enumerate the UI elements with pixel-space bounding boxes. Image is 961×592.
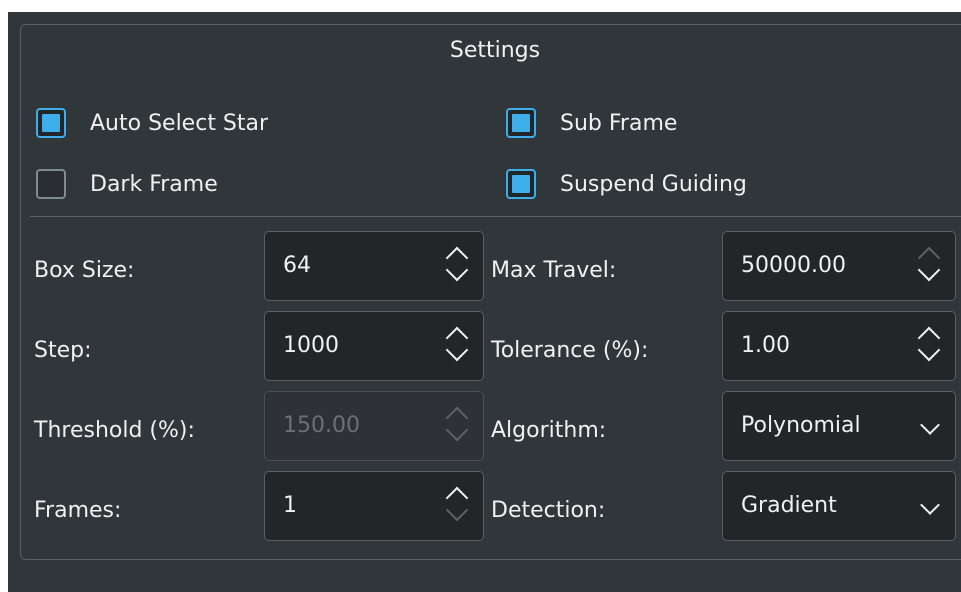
threshold-spinbox: 150.00 [264,391,484,461]
frames-value: 1 [283,493,297,518]
auto-select-star-checkbox[interactable]: Auto Select Star [36,102,268,144]
chevron-up-down-icon[interactable] [917,324,945,368]
sub-frame-checkbox[interactable]: Sub Frame [506,102,677,144]
window-edge-top [0,0,961,12]
frames-label: Frames: [34,498,122,523]
step-spinbox[interactable]: 1000 [264,311,484,381]
chevron-down-icon [920,415,940,435]
detection-label: Detection: [491,498,606,523]
chevron-up-down-icon[interactable] [445,324,473,368]
checkbox-indicator [36,108,66,138]
box-size-label: Box Size: [34,258,135,283]
chevron-up-down-icon [445,404,473,448]
box-size-value: 64 [283,253,311,278]
box-size-spinbox[interactable]: 64 [264,231,484,301]
suspend-guiding-label: Suspend Guiding [560,171,747,197]
max-travel-label: Max Travel: [491,258,617,283]
tolerance-label: Tolerance (%): [491,338,649,363]
step-label: Step: [34,338,92,363]
suspend-guiding-checkbox[interactable]: Suspend Guiding [506,163,747,205]
auto-select-star-label: Auto Select Star [90,110,269,136]
algorithm-value: Polynomial [741,413,861,438]
sub-frame-label: Sub Frame [560,110,678,136]
dark-frame-label: Dark Frame [90,171,218,197]
threshold-value: 150.00 [283,413,360,438]
tolerance-spinbox[interactable]: 1.00 [722,311,956,381]
detection-value: Gradient [741,493,837,518]
algorithm-combobox[interactable]: Polynomial [722,391,956,461]
dark-frame-checkbox[interactable]: Dark Frame [36,163,218,205]
frames-spinbox[interactable]: 1 [264,471,484,541]
settings-group-title: Settings [449,38,541,63]
max-travel-spinbox[interactable]: 50000.00 [722,231,956,301]
separator-line [30,216,961,217]
chevron-down-icon [920,495,940,515]
checkbox-indicator [506,108,536,138]
checkbox-indicator [36,169,66,199]
threshold-label: Threshold (%): [34,418,195,443]
max-travel-value: 50000.00 [741,253,846,278]
chevron-up-down-icon[interactable] [445,484,473,528]
checkbox-indicator [506,169,536,199]
chevron-up-down-icon[interactable] [445,244,473,288]
detection-combobox[interactable]: Gradient [722,471,956,541]
chevron-up-down-icon[interactable] [917,244,945,288]
tolerance-value: 1.00 [741,333,790,358]
algorithm-label: Algorithm: [491,418,607,443]
step-value: 1000 [283,333,339,358]
window-edge-left [0,0,8,592]
